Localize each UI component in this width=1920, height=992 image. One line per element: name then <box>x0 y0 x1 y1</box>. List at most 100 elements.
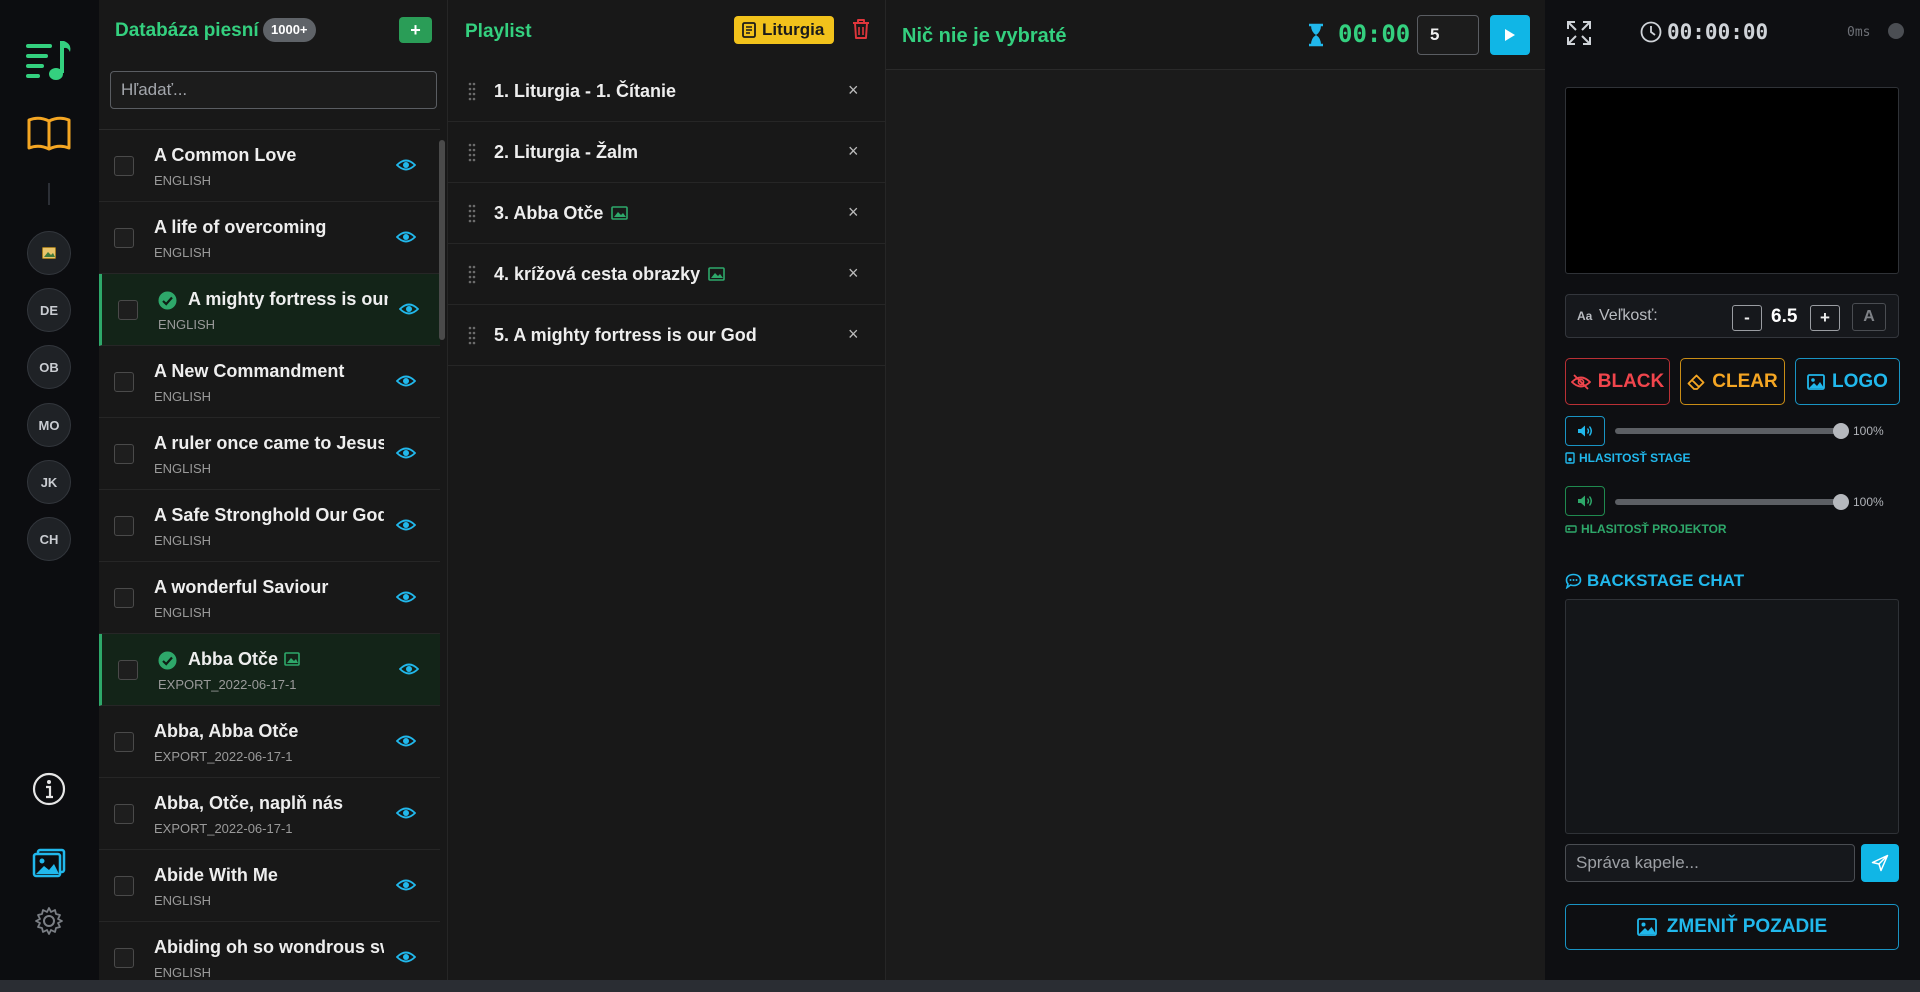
drag-handle-icon[interactable] <box>468 81 476 101</box>
black-label: BLACK <box>1597 370 1665 392</box>
font-size-icon: Aa <box>1577 309 1593 323</box>
drag-handle-icon[interactable] <box>468 142 476 162</box>
preview-eye-icon[interactable] <box>396 589 416 605</box>
preview-eye-icon[interactable] <box>396 805 416 821</box>
projector-mute-button[interactable] <box>1565 486 1605 516</box>
song-checkbox[interactable] <box>114 732 134 752</box>
preview-eye-icon[interactable] <box>399 661 419 677</box>
song-item[interactable]: A Safe Stronghold Our God ENGLISH <box>99 490 440 562</box>
show-logo-button[interactable]: LOGO <box>1795 358 1900 405</box>
music-list-logo-icon[interactable] <box>24 38 74 84</box>
playlist-name-badge[interactable]: Liturgia <box>734 16 835 44</box>
song-source: EXPORT_2022-06-17-1 <box>154 749 293 764</box>
song-item[interactable]: A New Commandment ENGLISH <box>99 346 440 418</box>
rail-user-de[interactable]: DE <box>27 288 71 332</box>
playlist-item-title: 1. Liturgia - 1. Čítanie <box>494 81 677 101</box>
add-song-button[interactable]: + <box>399 17 432 43</box>
preview-eye-icon[interactable] <box>396 373 416 389</box>
song-item-in-playlist[interactable]: A mighty fortress is our God ENGLISH <box>99 274 440 346</box>
countdown-timer: 00:00 <box>1338 20 1411 48</box>
preview-eye-icon[interactable] <box>396 733 416 749</box>
song-item[interactable]: A ruler once came to Jesus ENGLISH <box>99 418 440 490</box>
projector-volume-knob[interactable] <box>1833 494 1849 510</box>
start-timer-button[interactable] <box>1490 15 1530 55</box>
preview-eye-icon[interactable] <box>396 445 416 461</box>
song-item[interactable]: A wonderful Saviour ENGLISH <box>99 562 440 634</box>
song-item[interactable]: A Common Love ENGLISH <box>99 130 440 202</box>
trash-icon[interactable] <box>851 18 871 40</box>
database-header: Databáza piesní 1000+ + <box>99 0 448 60</box>
font-size-increase-button[interactable]: + <box>1810 305 1840 331</box>
remove-item-button[interactable]: × <box>848 80 859 101</box>
song-title: Abba, Abba Otče <box>154 721 299 741</box>
song-checkbox[interactable] <box>114 876 134 896</box>
remove-item-button[interactable]: × <box>848 141 859 162</box>
song-checkbox[interactable] <box>114 372 134 392</box>
projector-volume-slider[interactable] <box>1615 494 1849 510</box>
change-background-button[interactable]: ZMENIŤ POZADIE <box>1565 904 1899 950</box>
preview-eye-icon[interactable] <box>399 301 419 317</box>
chat-message-input[interactable] <box>1565 844 1855 882</box>
song-checkbox[interactable] <box>114 948 134 968</box>
rail-user-ch[interactable]: CH <box>27 517 71 561</box>
settings-gear-icon[interactable] <box>33 905 65 937</box>
song-search-input[interactable] <box>110 71 437 109</box>
song-list: A Common Love ENGLISH A life of overcomi… <box>99 129 440 980</box>
black-screen-button[interactable]: BLACK <box>1565 358 1670 405</box>
song-checkbox[interactable] <box>118 660 138 680</box>
song-item[interactable]: Abiding oh so wondrous sweet ENGLISH <box>99 922 440 980</box>
clear-screen-button[interactable]: CLEAR <box>1680 358 1785 405</box>
song-item[interactable]: Abide With Me ENGLISH <box>99 850 440 922</box>
playlist-item[interactable]: 4. krížová cesta obrazky × <box>448 244 886 305</box>
song-item-in-playlist[interactable]: Abba Otče EXPORT_2022-06-17-1 <box>99 634 440 706</box>
remove-item-button[interactable]: × <box>848 324 859 345</box>
playlist-item[interactable]: 1. Liturgia - 1. Čítanie × <box>448 61 886 122</box>
backstage-chat-label: BACKSTAGE CHAT <box>1587 571 1745 590</box>
fullscreen-icon[interactable] <box>1565 19 1593 47</box>
song-item[interactable]: Abba, Otče, naplň nás EXPORT_2022-06-17-… <box>99 778 440 850</box>
send-message-button[interactable] <box>1861 844 1899 882</box>
song-checkbox[interactable] <box>114 156 134 176</box>
book-icon[interactable] <box>26 114 72 154</box>
preview-eye-icon[interactable] <box>396 517 416 533</box>
remove-item-button[interactable]: × <box>848 202 859 223</box>
stage-volume-knob[interactable] <box>1833 423 1849 439</box>
stage-mute-button[interactable] <box>1565 416 1605 446</box>
rail-user-mo[interactable]: MO <box>27 403 71 447</box>
drag-handle-icon[interactable] <box>468 264 476 284</box>
drag-handle-icon[interactable] <box>468 203 476 223</box>
font-size-decrease-button[interactable]: - <box>1732 305 1762 331</box>
song-checkbox[interactable] <box>114 804 134 824</box>
rail-user-jk[interactable]: JK <box>27 460 71 504</box>
preview-eye-icon[interactable] <box>396 229 416 245</box>
rail-image-button[interactable] <box>27 231 71 275</box>
stage-volume-text: HLASITOSŤ STAGE <box>1579 451 1691 465</box>
preview-eye-icon[interactable] <box>396 949 416 965</box>
preview-eye-icon[interactable] <box>396 157 416 173</box>
countdown-minutes-input[interactable]: 5 <box>1417 15 1479 55</box>
playlist-item[interactable]: 5. A mighty fortress is our God × <box>448 305 886 366</box>
drag-handle-icon[interactable] <box>468 325 476 345</box>
rail-user-ob[interactable]: OB <box>27 345 71 389</box>
song-list-scrollbar[interactable] <box>439 140 445 340</box>
font-size-auto-button[interactable]: A <box>1852 303 1886 331</box>
song-item[interactable]: Abba, Abba Otče EXPORT_2022-06-17-1 <box>99 706 440 778</box>
playlist-item[interactable]: 2. Liturgia - Žalm × <box>448 122 886 183</box>
song-source: EXPORT_2022-06-17-1 <box>154 821 293 836</box>
info-icon[interactable] <box>32 772 66 806</box>
song-item[interactable]: A life of overcoming ENGLISH <box>99 202 440 274</box>
song-checkbox[interactable] <box>114 228 134 248</box>
chat-bubble-icon <box>1565 573 1582 589</box>
song-checkbox[interactable] <box>118 300 138 320</box>
song-checkbox[interactable] <box>114 516 134 536</box>
gallery-icon[interactable] <box>32 848 66 878</box>
song-checkbox[interactable] <box>114 588 134 608</box>
song-checkbox[interactable] <box>114 444 134 464</box>
song-title: A mighty fortress is our God <box>188 289 388 309</box>
song-title: A ruler once came to Jesus <box>154 433 384 453</box>
playlist-item[interactable]: 3. Abba Otče × <box>448 183 886 244</box>
song-title: A New Commandment <box>154 361 345 381</box>
preview-eye-icon[interactable] <box>396 877 416 893</box>
stage-volume-slider[interactable] <box>1615 423 1849 439</box>
remove-item-button[interactable]: × <box>848 263 859 284</box>
